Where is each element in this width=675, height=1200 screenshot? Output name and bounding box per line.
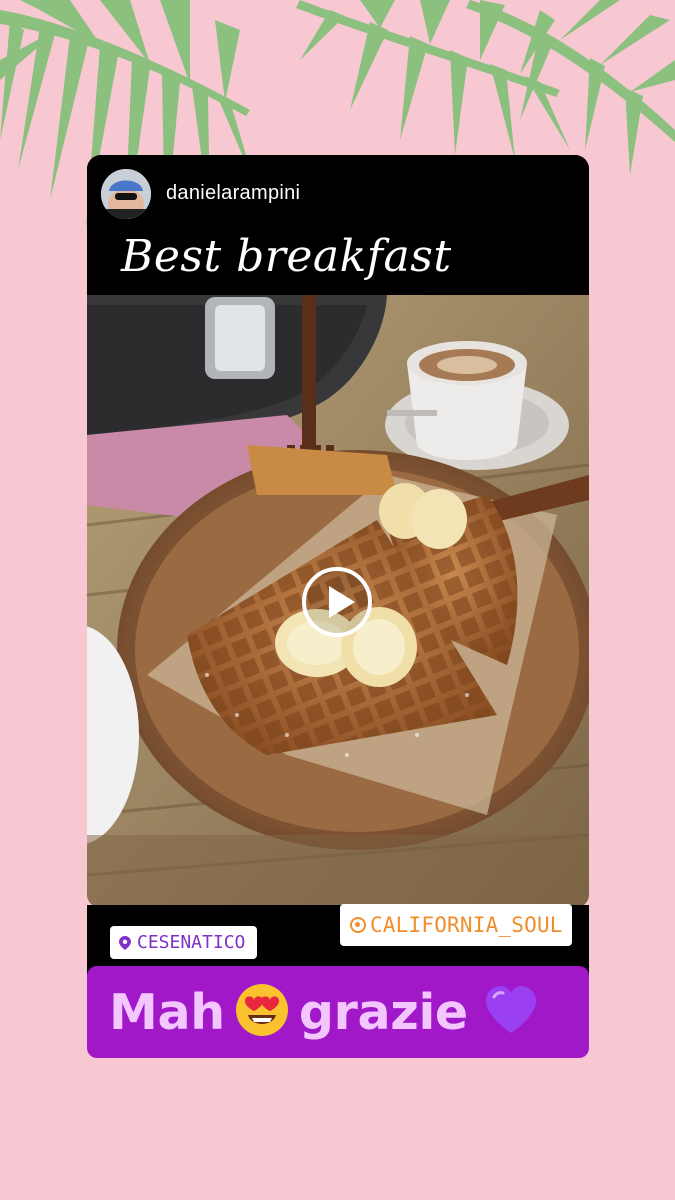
story-header: danielarampini Best breakfast bbox=[87, 155, 589, 295]
avatar-image bbox=[101, 169, 151, 219]
play-icon bbox=[329, 586, 355, 618]
avatar[interactable] bbox=[101, 169, 151, 219]
heart-eyes-emoji-icon bbox=[235, 984, 288, 1036]
mention-sticker[interactable]: CALIFORNIA_SOUL bbox=[340, 904, 572, 946]
play-button[interactable] bbox=[302, 567, 372, 637]
mention-label: CALIFORNIA_SOUL bbox=[370, 913, 563, 937]
message-part-2: grazie bbox=[298, 984, 468, 1041]
message-bar: Mah grazie bbox=[87, 966, 589, 1058]
location-pin-icon bbox=[119, 935, 131, 950]
location-sticker[interactable]: CESENATICO bbox=[110, 926, 257, 959]
caption-title: Best breakfast bbox=[121, 231, 452, 282]
message-part-1: Mah bbox=[109, 984, 225, 1041]
purple-heart-emoji-icon bbox=[485, 986, 536, 1033]
story-card[interactable]: danielarampini Best breakfast bbox=[87, 155, 589, 908]
message-text: Mah grazie bbox=[109, 983, 538, 1041]
at-sign-icon bbox=[350, 917, 366, 933]
username[interactable]: danielarampini bbox=[166, 182, 300, 205]
location-label: CESENATICO bbox=[137, 932, 246, 953]
